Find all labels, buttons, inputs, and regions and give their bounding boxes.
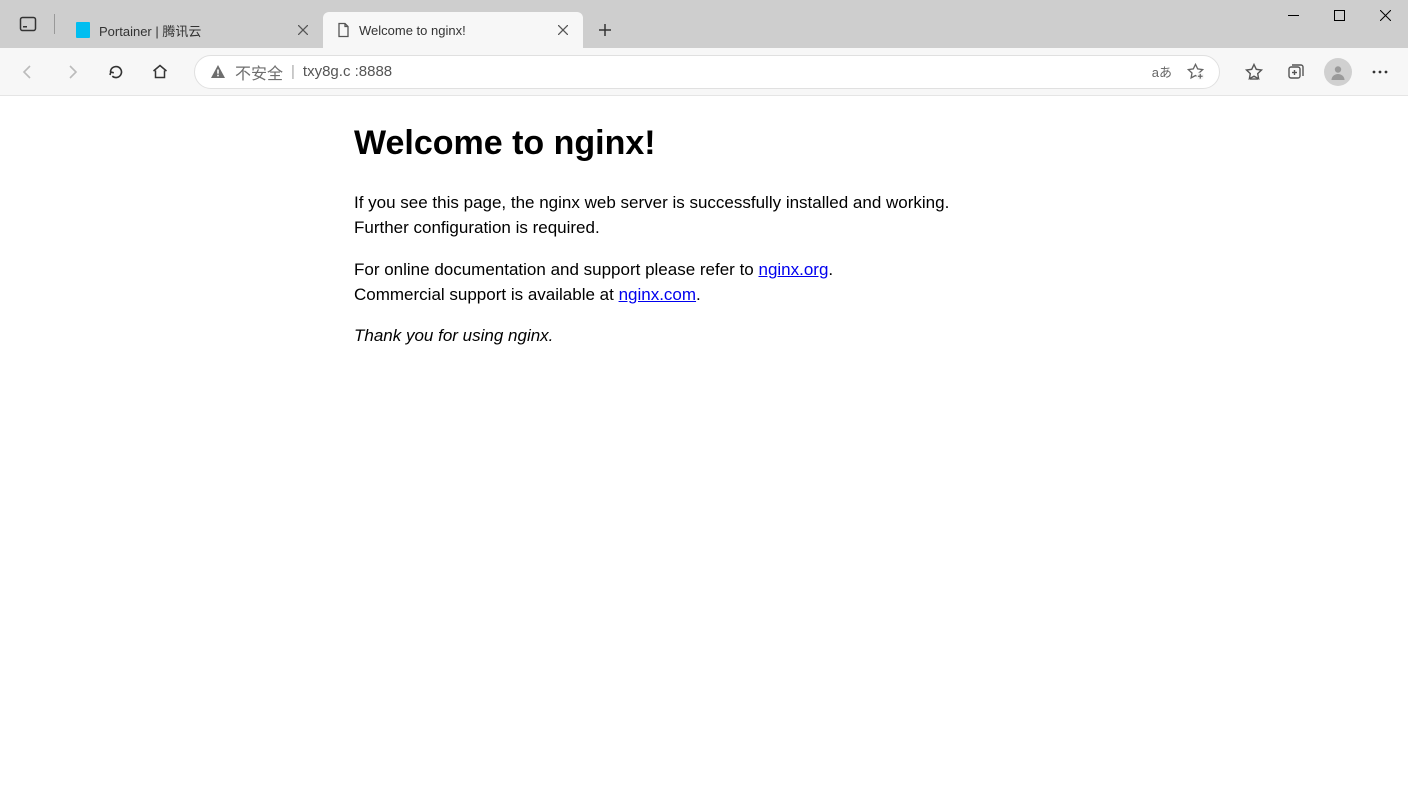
links-paragraph: For online documentation and support ple… (354, 258, 994, 307)
address-bar[interactable]: 不安全 | txy8g.c :8888 aあ (194, 55, 1220, 89)
portainer-favicon-icon (75, 22, 91, 38)
intro-paragraph: If you see this page, the nginx web serv… (354, 191, 994, 240)
address-separator: | (291, 63, 295, 80)
favorites-button[interactable] (1234, 52, 1274, 92)
page-favicon-icon (335, 22, 351, 38)
para3-post: . (696, 285, 701, 304)
profile-button[interactable] (1324, 58, 1352, 86)
titlebar-separator (54, 14, 55, 34)
toolbar-right (1234, 52, 1400, 92)
refresh-button[interactable] (96, 52, 136, 92)
tab-title: Portainer | 腾讯云 (99, 21, 285, 40)
window-controls (1270, 0, 1408, 40)
url-text: txy8g.c :8888 (303, 63, 392, 80)
tab-portainer[interactable]: Portainer | 腾讯云 (63, 12, 323, 48)
forward-button[interactable] (52, 52, 92, 92)
thank-you-text: Thank you for using nginx. (354, 326, 994, 346)
collections-button[interactable] (1276, 52, 1316, 92)
page-heading: Welcome to nginx! (354, 124, 994, 163)
tab-nginx[interactable]: Welcome to nginx! (323, 12, 583, 48)
page-content: Welcome to nginx! If you see this page, … (0, 96, 1408, 346)
tab-strip: Portainer | 腾讯云 Welcome to nginx! (63, 0, 621, 48)
not-secure-icon (209, 63, 227, 81)
titlebar: Portainer | 腾讯云 Welcome to nginx! (0, 0, 1408, 48)
back-button[interactable] (8, 52, 48, 92)
tab-actions-button[interactable] (8, 4, 48, 44)
home-button[interactable] (140, 52, 180, 92)
para3-pre: Commercial support is available at (354, 285, 619, 304)
tab-close-button[interactable] (293, 20, 313, 40)
para2-pre: For online documentation and support ple… (354, 260, 758, 279)
not-secure-label: 不安全 (235, 60, 283, 84)
translate-button[interactable]: aあ (1152, 62, 1172, 81)
window-maximize-button[interactable] (1316, 0, 1362, 30)
nginx-org-link[interactable]: nginx.org (758, 260, 828, 279)
toolbar: 不安全 | txy8g.c :8888 aあ (0, 48, 1408, 96)
window-minimize-button[interactable] (1270, 0, 1316, 30)
nginx-com-link[interactable]: nginx.com (619, 285, 696, 304)
window-close-button[interactable] (1362, 0, 1408, 30)
settings-menu-button[interactable] (1360, 52, 1400, 92)
favorite-add-button[interactable] (1186, 62, 1205, 81)
tab-close-button[interactable] (553, 20, 573, 40)
tab-title: Welcome to nginx! (359, 23, 545, 38)
para2-mid: . (828, 260, 833, 279)
new-tab-button[interactable] (589, 14, 621, 46)
